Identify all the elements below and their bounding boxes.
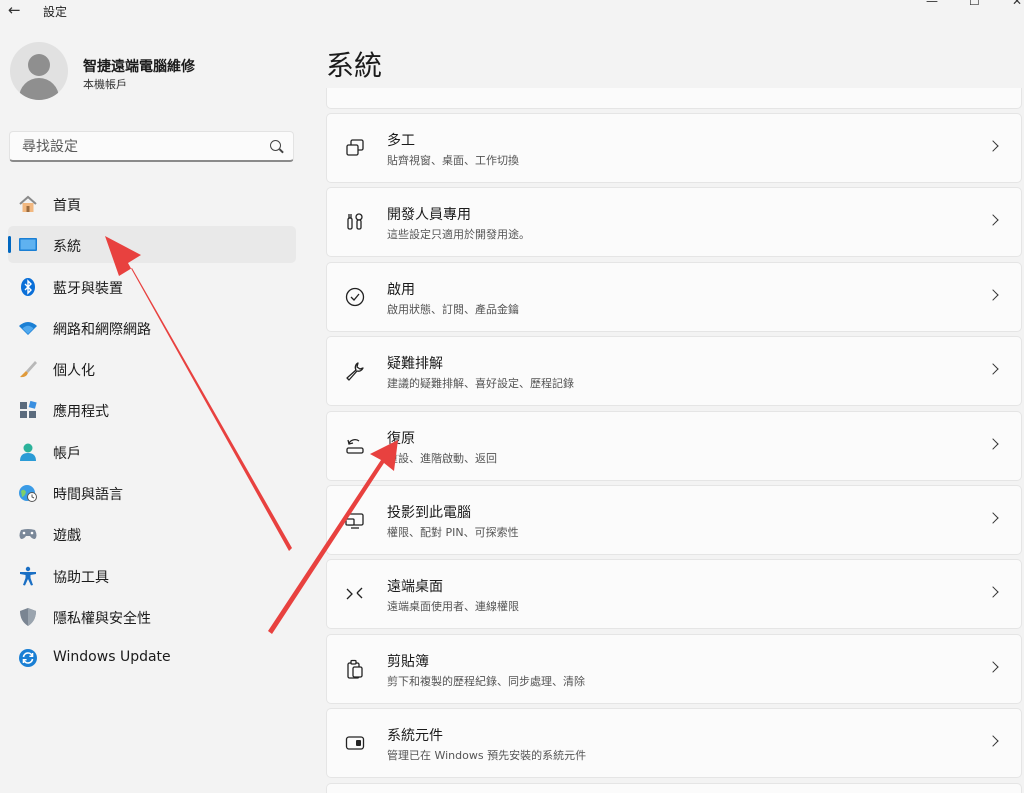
avatar-head xyxy=(28,54,50,76)
settings-card-partial[interactable] xyxy=(326,88,1022,109)
card-title: 疑難排解 xyxy=(387,356,443,373)
card-title: 投影到此電腦 xyxy=(387,504,471,521)
shield-icon xyxy=(20,607,36,626)
update-icon xyxy=(19,649,37,668)
remote-desktop-icon xyxy=(346,587,363,600)
avatar-body xyxy=(19,78,59,100)
avatar[interactable] xyxy=(10,42,68,100)
components-icon xyxy=(345,736,365,750)
card-description: 剪下和複製的歷程紀錄、同步處理、清除 xyxy=(387,674,585,688)
multitasking-icon xyxy=(346,139,364,156)
card-title: 啟用 xyxy=(387,281,415,298)
sidebar-item-label: 網路和網際網路 xyxy=(53,321,151,338)
search-input[interactable] xyxy=(20,137,264,157)
chevron-right-icon xyxy=(987,140,999,152)
wrench-icon xyxy=(346,362,364,381)
settings-card-developers[interactable]: 開發人員專用 這些設定只適用於開發用途。 xyxy=(326,187,1022,258)
chevron-right-icon xyxy=(987,661,999,673)
sidebar-item-label: 應用程式 xyxy=(53,404,109,421)
settings-card-recovery[interactable]: 復原 重設、進階啟動、返回 xyxy=(326,410,1022,481)
settings-card-clipboard[interactable]: 剪貼簿 剪下和複製的歷程紀錄、同步處理、清除 xyxy=(326,633,1022,704)
settings-card-projecting[interactable]: 投影到此電腦 權限、配對 PIN、可探索性 xyxy=(326,484,1022,555)
card-description: 啟用狀態、訂閱、產品金鑰 xyxy=(387,302,519,316)
sidebar-item-accessibility[interactable]: 協助工具 xyxy=(8,557,296,594)
chevron-right-icon xyxy=(987,363,999,375)
clipboard-icon xyxy=(347,659,363,679)
sidebar-item-label: 藍牙與裝置 xyxy=(53,280,123,297)
page-title: 系統 xyxy=(326,49,383,82)
app-title: 設定 xyxy=(43,5,68,19)
sidebar-item-label: 遊戲 xyxy=(53,528,81,545)
search-icon[interactable] xyxy=(270,140,281,151)
account-icon xyxy=(20,443,36,461)
card-description: 重設、進階啟動、返回 xyxy=(387,451,497,465)
recovery-icon xyxy=(346,438,364,454)
card-title: 多工 xyxy=(387,133,415,149)
sidebar-item-network[interactable]: 網路和網際網路 xyxy=(8,309,296,346)
search-box[interactable] xyxy=(9,131,294,162)
sidebar-item-label: 協助工具 xyxy=(53,569,109,586)
sidebar-item-system[interactable]: 系統 xyxy=(8,226,296,264)
sidebar-item-label: 首頁 xyxy=(53,198,81,214)
bluetooth-icon xyxy=(21,277,35,296)
sidebar-item-accounts[interactable]: 帳戶 xyxy=(8,433,296,470)
projection-icon xyxy=(345,513,364,529)
card-title: 剪貼簿 xyxy=(387,653,429,670)
maximize-button[interactable]: ☐ xyxy=(969,0,980,8)
sidebar-item-windows-update[interactable]: Windows Update xyxy=(8,639,296,676)
card-title: 復原 xyxy=(387,430,415,447)
sidebar-item-label: Windows Update xyxy=(53,649,171,666)
globe-clock-icon xyxy=(19,485,37,503)
sidebar-item-gaming[interactable]: 遊戲 xyxy=(8,515,296,552)
account-type: 本機帳戶 xyxy=(83,78,127,91)
chevron-right-icon xyxy=(987,586,999,599)
settings-card-remote-desktop[interactable]: 遠端桌面 遠端桌面使用者、連線權限 xyxy=(326,559,1022,630)
card-title: 開發人員專用 xyxy=(387,207,471,224)
brush-icon xyxy=(20,361,37,378)
card-title: 遠端桌面 xyxy=(387,579,443,596)
card-description: 建議的疑難排解、喜好設定、歷程記錄 xyxy=(387,377,574,391)
back-arrow-icon[interactable]: ← xyxy=(8,1,21,19)
sidebar-item-bluetooth[interactable]: 藍牙與裝置 xyxy=(8,268,296,305)
sidebar-item-label: 系統 xyxy=(53,239,81,256)
card-description: 貼齊視窗、桌面、工作切換 xyxy=(387,154,519,167)
home-icon xyxy=(19,195,37,212)
activation-icon xyxy=(345,287,365,306)
settings-card-multitasking[interactable]: 多工 貼齊視窗、桌面、工作切換 xyxy=(326,113,1022,183)
wifi-icon xyxy=(19,321,37,335)
settings-card-troubleshoot[interactable]: 疑難排解 建議的疑難排解、喜好設定、歷程記錄 xyxy=(326,336,1022,407)
sidebar-item-label: 帳戶 xyxy=(53,445,81,462)
card-title: 系統元件 xyxy=(387,728,443,745)
chevron-right-icon xyxy=(987,437,999,450)
card-description: 這些設定只適用於開發用途。 xyxy=(387,228,530,242)
sidebar-item-apps[interactable]: 應用程式 xyxy=(8,391,296,428)
settings-card-activation[interactable]: 啟用 啟用狀態、訂閱、產品金鑰 xyxy=(326,261,1022,332)
card-description: 遠端桌面使用者、連線權限 xyxy=(387,600,519,614)
sidebar-item-home[interactable]: 首頁 xyxy=(8,185,296,222)
sidebar-nav: 首頁 系統 藍牙與裝置 網路和網際網路 個人化 應用程式 帳戶 時間與語言 遊戲… xyxy=(8,185,296,681)
sidebar-item-privacy[interactable]: 隱私權與安全性 xyxy=(8,598,296,635)
account-name: 智捷遠端電腦維修 xyxy=(83,59,195,75)
sidebar-item-time-language[interactable]: 時間與語言 xyxy=(8,474,296,511)
sidebar-item-personalization[interactable]: 個人化 xyxy=(8,350,296,387)
accessibility-icon xyxy=(20,566,36,586)
settings-list: 多工 貼齊視窗、桌面、工作切換 開發人員專用 這些設定只適用於開發用途。 啟用 … xyxy=(326,88,1022,793)
close-button[interactable]: ✕ xyxy=(1012,0,1022,8)
chevron-right-icon xyxy=(987,214,999,227)
settings-card-system-components[interactable]: 系統元件 管理已在 Windows 預先安裝的系統元件 xyxy=(326,708,1022,779)
developer-icon xyxy=(347,213,363,231)
system-icon xyxy=(19,238,37,252)
card-description: 管理已在 Windows 預先安裝的系統元件 xyxy=(387,749,587,763)
gamepad-icon xyxy=(19,529,37,540)
card-description: 權限、配對 PIN、可探索性 xyxy=(387,525,519,539)
chevron-right-icon xyxy=(987,289,999,301)
title-bar: ← 設定 — ☐ ✕ xyxy=(0,0,1024,22)
sidebar-item-label: 隱私權與安全性 xyxy=(53,610,151,627)
sidebar-item-label: 時間與語言 xyxy=(53,487,123,504)
chevron-right-icon xyxy=(987,735,999,747)
apps-icon xyxy=(20,401,37,419)
minimize-button[interactable]: — xyxy=(926,0,938,8)
sidebar-item-label: 個人化 xyxy=(53,363,95,380)
chevron-right-icon xyxy=(987,512,999,524)
